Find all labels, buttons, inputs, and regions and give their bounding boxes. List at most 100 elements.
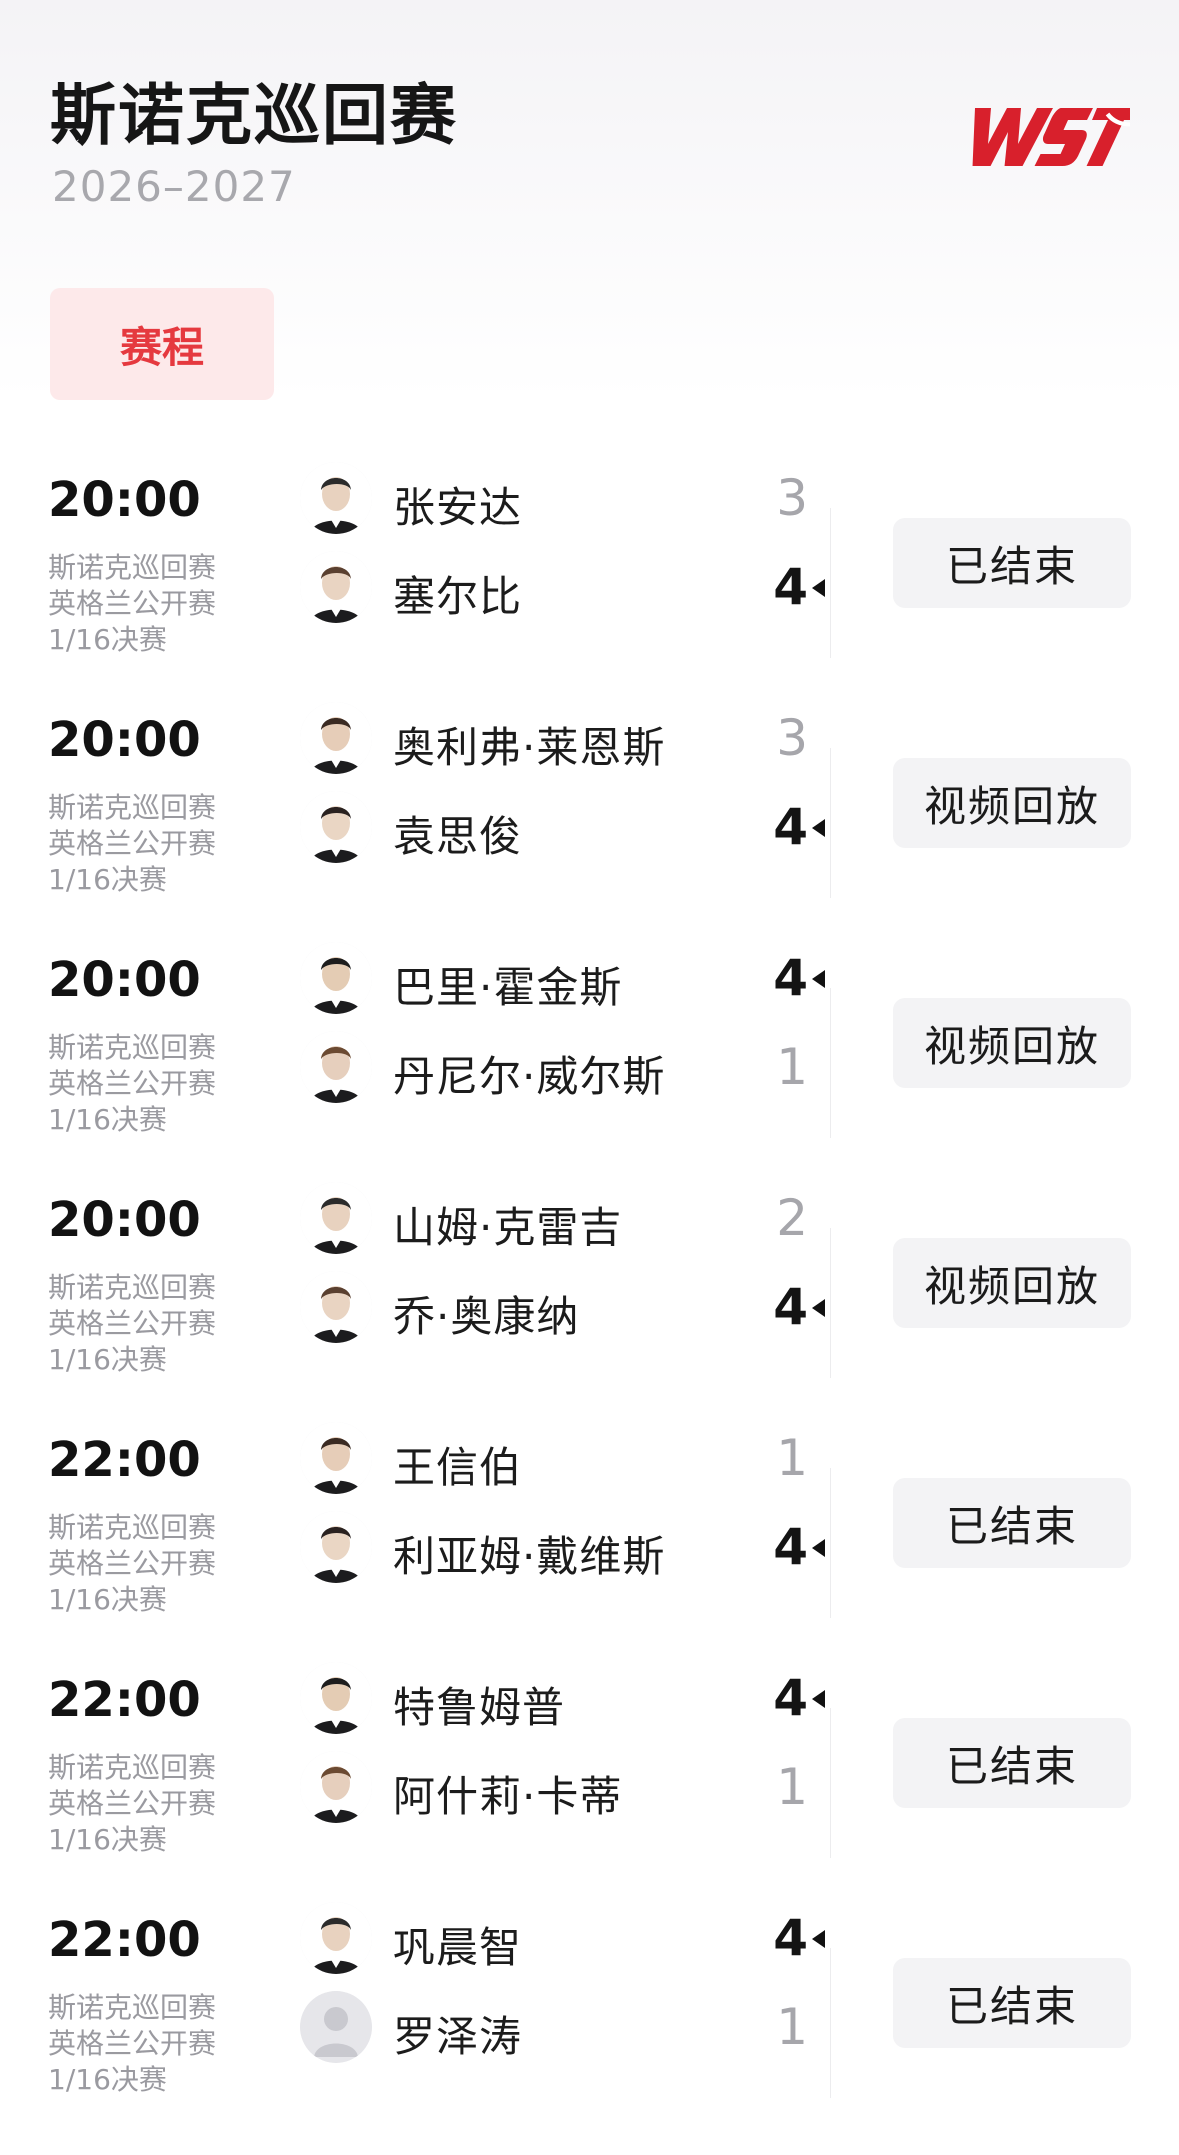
event-name: 英格兰公开赛 <box>48 587 217 620</box>
match-row[interactable]: 20:00 斯诺克巡回赛 英格兰公开赛 1/16决赛 张安达 3 塞尔比 4 已… <box>0 452 1179 692</box>
divider <box>830 1228 831 1378</box>
player-name: 奥利弗·莱恩斯 <box>393 723 666 772</box>
match-meta: 斯诺克巡回赛 英格兰公开赛 1/16决赛 <box>48 550 216 658</box>
player-2: 袁思俊 4 <box>298 787 838 867</box>
round-name: 1/16决赛 <box>48 2063 167 2096</box>
player-avatar <box>300 791 372 863</box>
tour-name: 斯诺克巡回赛 <box>48 1031 217 1064</box>
player-avatar <box>300 1422 372 1494</box>
player-1: 巴里·霍金斯 4 <box>298 938 838 1018</box>
player-1: 特鲁姆普 4 <box>298 1658 838 1738</box>
tour-name: 斯诺克巡回赛 <box>48 791 217 824</box>
match-meta: 斯诺克巡回赛 英格兰公开赛 1/16决赛 <box>48 1030 216 1138</box>
match-time: 20:00 <box>48 1192 201 1248</box>
player-2: 丹尼尔·威尔斯 1 <box>298 1027 838 1107</box>
tour-name: 斯诺克巡回赛 <box>48 1271 217 1304</box>
divider <box>830 508 831 658</box>
player-score: 2 <box>776 1189 808 1247</box>
player-1: 巩晨智 4 <box>298 1898 838 1978</box>
winner-arrow-icon <box>812 579 825 597</box>
round-name: 1/16决赛 <box>48 1583 167 1616</box>
player-score: 4 <box>773 1669 808 1727</box>
status-button[interactable]: 视频回放 <box>893 1238 1131 1328</box>
round-name: 1/16决赛 <box>48 1343 167 1376</box>
player-score: 1 <box>776 1038 808 1096</box>
round-name: 1/16决赛 <box>48 863 167 896</box>
divider <box>830 1948 831 2098</box>
match-row[interactable]: 22:00 斯诺克巡回赛 英格兰公开赛 1/16决赛 王信伯 1 利亚姆·戴维斯… <box>0 1412 1179 1652</box>
event-name: 英格兰公开赛 <box>48 827 217 860</box>
player-name: 罗泽涛 <box>393 2012 523 2061</box>
player-2: 利亚姆·戴维斯 4 <box>298 1507 838 1587</box>
player-score: 1 <box>776 1998 808 2056</box>
event-name: 英格兰公开赛 <box>48 2027 217 2060</box>
player-score: 4 <box>773 1278 808 1336</box>
winner-arrow-icon <box>812 1690 825 1708</box>
match-time: 22:00 <box>48 1912 201 1968</box>
divider <box>830 1468 831 1618</box>
match-meta: 斯诺克巡回赛 英格兰公开赛 1/16决赛 <box>48 1510 216 1618</box>
player-name: 王信伯 <box>393 1443 523 1492</box>
header: 斯诺克巡回赛 2026–2027 赛程 <box>0 0 1179 420</box>
player-avatar <box>300 1271 372 1343</box>
status-button[interactable]: 已结束 <box>893 1958 1131 2048</box>
event-name: 英格兰公开赛 <box>48 1787 217 1820</box>
tour-name: 斯诺克巡回赛 <box>48 1511 217 1544</box>
match-list: 20:00 斯诺克巡回赛 英格兰公开赛 1/16决赛 张安达 3 塞尔比 4 已… <box>0 452 1179 2132</box>
status-button[interactable]: 视频回放 <box>893 998 1131 1088</box>
player-avatar <box>300 551 372 623</box>
round-name: 1/16决赛 <box>48 1103 167 1136</box>
player-1: 王信伯 1 <box>298 1418 838 1498</box>
player-2: 阿什莉·卡蒂 1 <box>298 1747 838 1827</box>
tour-name: 斯诺克巡回赛 <box>48 1991 217 2024</box>
player-score: 4 <box>773 1909 808 1967</box>
player-2: 罗泽涛 1 <box>298 1987 838 2067</box>
tab-schedule[interactable]: 赛程 <box>50 288 274 400</box>
divider <box>830 988 831 1138</box>
match-meta: 斯诺克巡回赛 英格兰公开赛 1/16决赛 <box>48 1750 216 1858</box>
player-avatar <box>300 1031 372 1103</box>
winner-arrow-icon <box>812 1539 825 1557</box>
match-row[interactable]: 22:00 斯诺克巡回赛 英格兰公开赛 1/16决赛 特鲁姆普 4 阿什莉·卡蒂… <box>0 1652 1179 1892</box>
player-2: 乔·奥康纳 4 <box>298 1267 838 1347</box>
player-1: 奥利弗·莱恩斯 3 <box>298 698 838 778</box>
match-time: 20:00 <box>48 952 201 1008</box>
player-avatar <box>300 1991 372 2063</box>
player-avatar <box>300 1182 372 1254</box>
player-name: 山姆·克雷吉 <box>393 1203 623 1252</box>
match-time: 22:00 <box>48 1432 201 1488</box>
tour-name: 斯诺克巡回赛 <box>48 551 217 584</box>
round-name: 1/16决赛 <box>48 1823 167 1856</box>
player-2: 塞尔比 4 <box>298 547 838 627</box>
player-avatar <box>300 1751 372 1823</box>
match-row[interactable]: 20:00 斯诺克巡回赛 英格兰公开赛 1/16决赛 巴里·霍金斯 4 丹尼尔·… <box>0 932 1179 1172</box>
player-score: 4 <box>773 1518 808 1576</box>
match-time: 22:00 <box>48 1672 201 1728</box>
match-meta: 斯诺克巡回赛 英格兰公开赛 1/16决赛 <box>48 1270 216 1378</box>
player-name: 丹尼尔·威尔斯 <box>393 1052 666 1101</box>
player-avatar <box>300 1511 372 1583</box>
divider <box>830 1708 831 1858</box>
player-name: 塞尔比 <box>393 572 523 621</box>
player-score: 1 <box>776 1429 808 1487</box>
player-score: 3 <box>776 709 808 767</box>
player-name: 巩晨智 <box>393 1923 523 1972</box>
player-score: 4 <box>773 949 808 1007</box>
match-row[interactable]: 20:00 斯诺克巡回赛 英格兰公开赛 1/16决赛 奥利弗·莱恩斯 3 袁思俊… <box>0 692 1179 932</box>
match-meta: 斯诺克巡回赛 英格兰公开赛 1/16决赛 <box>48 1990 216 2098</box>
player-avatar <box>300 462 372 534</box>
match-time: 20:00 <box>48 472 201 528</box>
match-row[interactable]: 20:00 斯诺克巡回赛 英格兰公开赛 1/16决赛 山姆·克雷吉 2 乔·奥康… <box>0 1172 1179 1412</box>
winner-arrow-icon <box>812 970 825 988</box>
player-name: 乔·奥康纳 <box>393 1292 580 1341</box>
status-button[interactable]: 已结束 <box>893 518 1131 608</box>
player-1: 张安达 3 <box>298 458 838 538</box>
match-row[interactable]: 22:00 斯诺克巡回赛 英格兰公开赛 1/16决赛 巩晨智 4 罗泽涛 1 已… <box>0 1892 1179 2132</box>
match-time: 20:00 <box>48 712 201 768</box>
status-button[interactable]: 已结束 <box>893 1478 1131 1568</box>
status-button[interactable]: 已结束 <box>893 1718 1131 1808</box>
player-avatar <box>300 1662 372 1734</box>
wst-logo <box>972 108 1130 166</box>
status-button[interactable]: 视频回放 <box>893 758 1131 848</box>
winner-arrow-icon <box>812 819 825 837</box>
